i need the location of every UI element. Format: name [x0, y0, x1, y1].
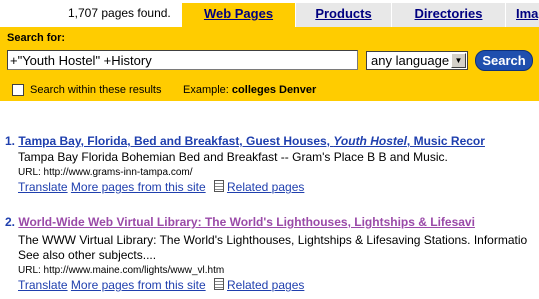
result-description: The WWW Virtual Library: The World's Lig…	[18, 233, 528, 247]
result-actions: Translate More pages from this site Rela…	[18, 278, 304, 292]
related-pages-link[interactable]: Related pages	[227, 180, 304, 194]
result-title-link[interactable]: Tampa Bay, Florida, Bed and Breakfast, G…	[18, 134, 485, 148]
tab-directories[interactable]: Directories	[392, 3, 505, 27]
tab-products[interactable]: Products	[296, 3, 391, 27]
document-icon	[213, 278, 224, 290]
search-label: Search for:	[7, 32, 66, 44]
more-pages-link[interactable]: More pages from this site	[71, 180, 206, 194]
search-button[interactable]: Search	[475, 50, 533, 71]
translate-link[interactable]: Translate	[18, 180, 68, 194]
result-title: 2. World-Wide Web Virtual Library: The W…	[5, 215, 475, 229]
result-count: 1,707 pages found.	[68, 6, 171, 20]
result-description: Tampa Bay Florida Bohemian Bed and Break…	[18, 150, 448, 164]
language-select[interactable]: any language ▼	[366, 51, 468, 70]
tab-images[interactable]: Imag	[506, 3, 539, 27]
translate-link[interactable]: Translate	[18, 278, 68, 292]
search-input[interactable]	[7, 50, 358, 70]
more-pages-link[interactable]: More pages from this site	[71, 278, 206, 292]
result-number: 2.	[5, 215, 16, 229]
related-pages-link[interactable]: Related pages	[227, 278, 304, 292]
result-url: URL: http://www.grams-inn-tampa.com/	[18, 167, 193, 178]
search-panel: Search for: any language ▼ Search Search…	[0, 27, 539, 101]
language-value: any language	[371, 53, 450, 68]
tab-web-pages[interactable]: Web Pages	[182, 3, 295, 27]
result-number: 1.	[5, 134, 16, 148]
search-within-label[interactable]: Search within these results	[30, 84, 161, 96]
top-bar: 1,707 pages found. Web Pages Products Di…	[0, 0, 539, 27]
example-hint: Example: colleges Denver	[183, 84, 317, 96]
result-title: 1. Tampa Bay, Florida, Bed and Breakfast…	[5, 134, 485, 148]
result-url: URL: http://www.maine.com/lights/www_vl.…	[18, 265, 225, 276]
document-icon	[213, 180, 224, 192]
result-actions: Translate More pages from this site Rela…	[18, 180, 304, 194]
chevron-down-icon[interactable]: ▼	[451, 53, 466, 68]
result-title-link[interactable]: World-Wide Web Virtual Library: The Worl…	[18, 215, 475, 229]
search-within-checkbox[interactable]	[12, 84, 24, 96]
result-see-also: See also other subjects....	[18, 248, 157, 262]
